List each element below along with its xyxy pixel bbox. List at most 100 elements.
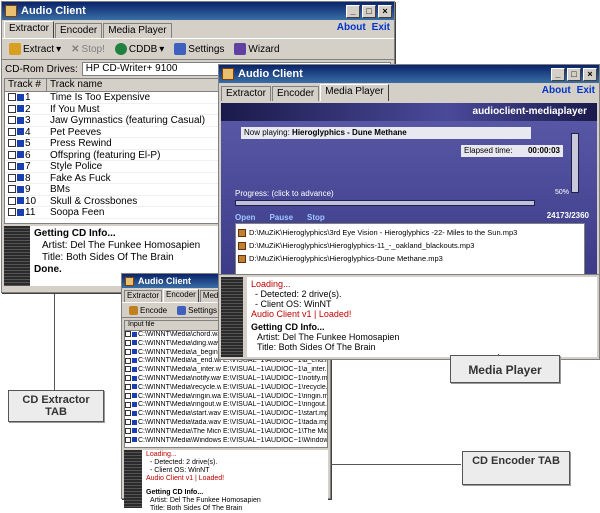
column-track-number[interactable]: Track # xyxy=(5,79,47,91)
track-number-cell: 11 xyxy=(5,207,47,218)
input-file: C:\WINNT\Media\a_begin. xyxy=(138,348,220,356)
file-checkbox[interactable] xyxy=(125,331,131,338)
file-icon xyxy=(132,410,137,416)
encode-button[interactable]: Encode xyxy=(126,305,170,316)
maximize-button[interactable]: □ xyxy=(567,67,581,81)
track-checkbox[interactable] xyxy=(8,162,16,171)
file-icon xyxy=(132,428,137,434)
playlist-item[interactable]: D:\MuZiK\Hieroglyphics\Hieroglyphics-Dun… xyxy=(238,252,582,265)
file-checkbox[interactable] xyxy=(125,410,131,417)
track-checkbox[interactable] xyxy=(8,185,16,194)
track-checkbox[interactable] xyxy=(8,93,16,102)
input-file-cell: C:\WINNT\Media\start.wav xyxy=(125,410,221,419)
track-checkbox[interactable] xyxy=(8,116,16,125)
file-checkbox[interactable] xyxy=(125,383,131,390)
file-icon xyxy=(132,402,137,408)
about-link[interactable]: About xyxy=(542,85,571,96)
file-icon xyxy=(132,340,137,346)
speaker-icon xyxy=(17,151,24,159)
track-checkbox[interactable] xyxy=(8,196,16,205)
tab-extractor[interactable]: Extractor xyxy=(124,290,163,302)
drive-label: CD-Rom Drives: xyxy=(5,63,78,75)
speaker-icon xyxy=(17,162,24,170)
volume-slider[interactable] xyxy=(571,133,579,193)
encoder-row[interactable]: C:\WINNT\Media\ringin.wav E:\VISUAL~1\AUD… xyxy=(125,393,327,402)
track-checkbox[interactable] xyxy=(8,139,16,148)
file-checkbox[interactable] xyxy=(125,348,131,355)
file-icon xyxy=(132,349,137,355)
settings-button[interactable]: Settings xyxy=(174,305,220,316)
track-number-cell: 6 xyxy=(5,150,47,161)
tab-encoder[interactable]: Encoder xyxy=(163,289,199,302)
file-checkbox[interactable] xyxy=(125,392,131,399)
file-checkbox[interactable] xyxy=(125,366,131,373)
encoder-row[interactable]: C:\WINNT\Media\recycle.wav E:\VISUAL~1\AU… xyxy=(125,384,327,393)
window-title: Audio Client xyxy=(21,5,86,17)
track-checkbox[interactable] xyxy=(8,208,16,217)
tab-media-player[interactable]: Media Player xyxy=(103,23,172,38)
track-checkbox[interactable] xyxy=(8,150,16,159)
tab-extractor[interactable]: Extractor xyxy=(4,21,55,38)
log-line: Loading... xyxy=(146,451,177,458)
exit-link[interactable]: Exit xyxy=(372,22,390,33)
speaker-icon xyxy=(17,128,24,136)
maximize-button[interactable]: □ xyxy=(362,4,376,18)
encoder-row[interactable]: C:\WINNT\Media\The Microsoft Sound.wavE:… xyxy=(125,428,327,437)
stop-button[interactable]: Stop xyxy=(307,213,325,222)
now-playing-bar: Now playing: Hieroglyphics - Dune Methan… xyxy=(241,127,531,139)
exit-link[interactable]: Exit xyxy=(577,85,595,96)
elapsed-label: Elapsed time: xyxy=(464,146,513,155)
close-button[interactable]: × xyxy=(378,4,392,18)
encoder-row[interactable]: C:\WINNT\Media\start.wav E:\VISUAL~1\AUDI… xyxy=(125,410,327,419)
encoder-row[interactable]: C:\WINNT\Media\a_inter.wav E:\VISUAL~1\AU… xyxy=(125,366,327,375)
track-number-cell: 10 xyxy=(5,196,47,207)
file-checkbox[interactable] xyxy=(125,357,131,364)
tab-extractor[interactable]: Extractor xyxy=(221,86,272,101)
app-icon xyxy=(5,5,17,17)
file-icon xyxy=(132,393,137,399)
tab-media-player[interactable]: Media Player xyxy=(320,84,389,101)
output-file: E:\VISUAL~1\AUDIOC~1\a_inter.mp3 xyxy=(223,366,327,374)
log-line: Title: Both Sides Of The Brain xyxy=(257,342,376,352)
settings-button[interactable]: Settings xyxy=(171,42,227,56)
input-file: C:\WINNT\Media\Windows Logoff Sound.wav xyxy=(138,436,221,444)
cddb-button[interactable]: CDDB ▾ xyxy=(112,42,167,56)
log-line: Artist: Del The Funkee Homosapien xyxy=(150,497,261,504)
extract-button[interactable]: Extract ▾ xyxy=(6,42,64,56)
file-checkbox[interactable] xyxy=(125,427,131,434)
wizard-button[interactable]: Wizard xyxy=(231,42,282,56)
pause-button[interactable]: Pause xyxy=(269,213,293,222)
about-link[interactable]: About xyxy=(337,22,366,33)
file-icon xyxy=(132,366,137,372)
input-file: C:\WINNT\Media\The Microsoft Sound.wav xyxy=(138,427,221,435)
output-file: E:\VISUAL~1\AUDIOC~1\start.mp3 xyxy=(223,410,327,418)
track-checkbox[interactable] xyxy=(8,173,16,182)
track-number: 11 xyxy=(25,207,36,218)
close-button[interactable]: × xyxy=(583,67,597,81)
encoder-row[interactable]: C:\WINNT\Media\notify.wav E:\VISUAL~1\AUD… xyxy=(125,375,327,384)
stop-button[interactable]: ✕ Stop! xyxy=(68,43,108,56)
playlist-item[interactable]: D:\MuZiK\Hieroglyphics\3rd Eye Vision - … xyxy=(238,226,582,239)
file-checkbox[interactable] xyxy=(125,375,131,382)
input-file: C:\WINNT\Media\ringout.wav xyxy=(138,401,221,409)
minimize-button[interactable]: _ xyxy=(346,4,360,18)
track-checkbox[interactable] xyxy=(8,127,16,136)
file-checkbox[interactable] xyxy=(125,339,131,346)
encoder-row[interactable]: C:\WINNT\Media\ringout.wav E:\VISUAL~1\AU… xyxy=(125,401,327,410)
log-line: Audio Client v1 | Loaded! xyxy=(251,309,352,319)
file-checkbox[interactable] xyxy=(125,401,131,408)
open-button[interactable]: Open xyxy=(235,213,255,222)
minimize-button[interactable]: _ xyxy=(551,67,565,81)
settings-label: Settings xyxy=(188,43,225,55)
tab-encoder[interactable]: Encoder xyxy=(55,23,103,38)
encoder-row[interactable]: C:\WINNT\Media\Windows Logoff Sound.wavE… xyxy=(125,437,327,446)
file-checkbox[interactable] xyxy=(125,436,131,443)
input-file-cell: C:\WINNT\Media\a_begin. xyxy=(125,349,221,358)
tab-encoder[interactable]: Encoder xyxy=(272,86,320,101)
encoder-row[interactable]: C:\WINNT\Media\tada.wav E:\VISUAL~1\AUDIO… xyxy=(125,419,327,428)
input-file-cell: C:\WINNT\Media\chord.wav xyxy=(125,331,221,340)
playlist-item[interactable]: D:\MuZiK\Hieroglyphics\Hieroglyphics-11_… xyxy=(238,239,582,252)
file-checkbox[interactable] xyxy=(125,419,131,426)
progress-bar[interactable] xyxy=(235,200,535,206)
track-checkbox[interactable] xyxy=(8,104,16,113)
